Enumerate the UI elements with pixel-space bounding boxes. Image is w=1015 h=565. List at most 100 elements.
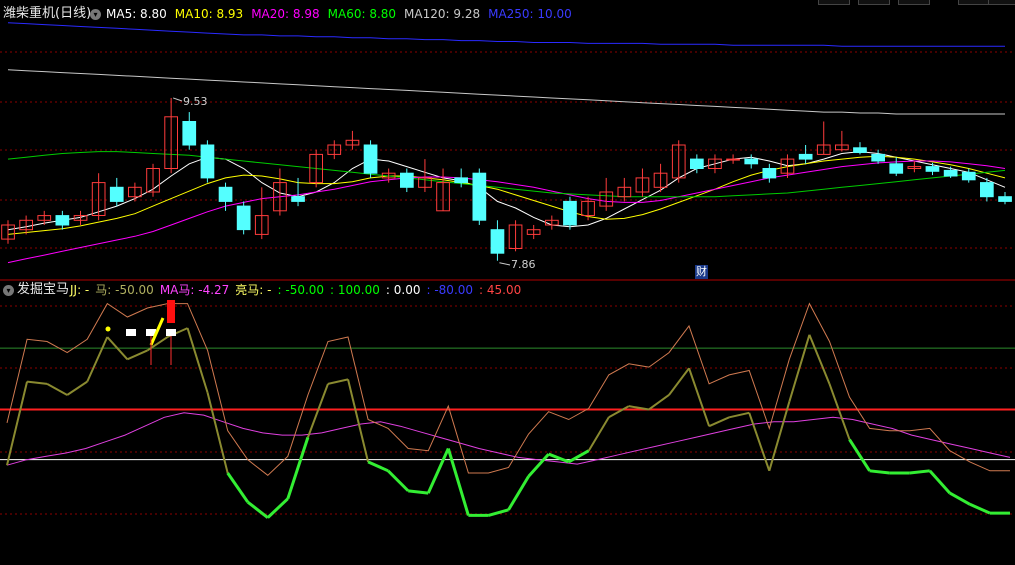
horse-line-segment [608, 405, 630, 419]
horse-line-segment [688, 367, 711, 427]
chevron-down-icon[interactable]: ▾ [3, 285, 14, 296]
candle [943, 166, 958, 178]
horse-line-segment [587, 416, 610, 452]
toolbar-button[interactable] [898, 0, 930, 5]
candle-body [744, 158, 759, 165]
horse-line-segment [527, 453, 550, 478]
indicator-panel-grid [0, 305, 1015, 515]
financial-report-marker[interactable]: 财 [695, 265, 708, 279]
candle-body [853, 147, 867, 154]
ma250-line [7, 22, 1005, 47]
ma120-line [7, 69, 1005, 115]
candle [816, 121, 831, 155]
main-legend-item: MA10: 8.93 [174, 7, 244, 21]
candle-body [925, 166, 940, 172]
main-legend: MA5: 8.80 MA10: 8.93 MA20: 8.98 MA60: 8.80 M… [106, 7, 572, 21]
horse-line-segment [46, 382, 68, 396]
chevron-down-icon[interactable]: ▾ [90, 9, 101, 20]
horse-line-segment [969, 502, 991, 515]
ma60-line [7, 151, 1006, 198]
signal-marker [126, 329, 136, 336]
main-legend-item: MA5: 8.80 [106, 7, 167, 21]
horse-line-segment [648, 394, 670, 411]
candle [635, 168, 650, 197]
candle-body [363, 144, 378, 174]
horse-line-segment [488, 508, 509, 517]
candle-body [961, 171, 976, 181]
indicator-legend-item: : 0.00 [385, 283, 421, 297]
main-legend-item: MA60: 8.80 [327, 7, 397, 21]
candle [1, 220, 15, 244]
indicator-legend-item: 亮马: - [235, 283, 272, 297]
candle [55, 210, 70, 230]
horse-line-segment [949, 491, 971, 506]
indicator-legend-item: MA马: -4.27 [159, 283, 230, 297]
horse-line-segment [808, 334, 831, 385]
horse-line-segment [668, 367, 690, 396]
candle [254, 187, 269, 240]
candle [327, 140, 342, 160]
candle-body [200, 144, 215, 179]
bright-horse-dot [105, 326, 111, 332]
indicator-legend: JJ: - 马: -50.00 MA马: -4.27 亮马: -: -50.00: 1… [70, 283, 521, 297]
horse-line-segment [848, 438, 871, 472]
horse-line-segment [426, 447, 450, 494]
horse-line-segment [548, 452, 570, 464]
horse-line-segment [66, 380, 88, 396]
candle-body [690, 158, 704, 170]
horse-line-segment [26, 380, 48, 385]
toolbar-button[interactable] [958, 0, 990, 5]
candle [273, 168, 287, 216]
horse-line-segment [126, 349, 148, 361]
horse-line-segment [226, 472, 249, 503]
candle [182, 112, 197, 150]
candle [236, 201, 251, 235]
indicator-legend-item: : 45.00 [479, 283, 522, 297]
main-legend-item: MA250: 10.00 [488, 7, 572, 21]
horse-line-segment [768, 401, 791, 472]
candle-body [871, 153, 885, 162]
candle-body [980, 182, 994, 198]
horse-line-segment [347, 379, 370, 463]
horse-line-segment [86, 336, 109, 383]
candle [418, 159, 432, 193]
candle-body [236, 205, 251, 231]
indicator-legend-item: JJ: - [70, 283, 90, 297]
horse-line-segment [408, 489, 429, 495]
candle [146, 163, 160, 197]
candle [490, 220, 505, 261]
horse-line-segment [928, 469, 951, 495]
toolbar-button[interactable] [818, 0, 850, 5]
candle [762, 163, 777, 183]
toolbar-button[interactable] [988, 0, 1015, 5]
candle-body [472, 172, 487, 221]
main-panel-title: 潍柴重机(日线) [3, 6, 92, 21]
candle [218, 182, 233, 211]
candle [617, 177, 632, 202]
candle [925, 162, 940, 176]
main-legend-item: MA120: 9.28 [404, 7, 481, 21]
horse-line-segment [327, 378, 349, 385]
signal-marker [166, 329, 176, 336]
candle-body [490, 229, 505, 254]
indicator-panel-title: 发掘宝马 [17, 282, 70, 297]
candle-body [218, 186, 233, 202]
candle-body [55, 215, 70, 226]
candle [109, 177, 124, 207]
candle-body [291, 196, 305, 202]
toolbar-button[interactable] [858, 0, 890, 5]
horse-line-segment [367, 460, 389, 473]
candle [472, 168, 487, 225]
candle [363, 140, 378, 178]
candle [998, 192, 1012, 205]
candlestick-series [1, 97, 1012, 261]
candle-body [454, 177, 468, 184]
candle [508, 220, 523, 252]
candle [907, 160, 922, 173]
high-price-label: 9.53 [183, 95, 208, 108]
red-signal-bar [167, 300, 175, 323]
candle-body [182, 121, 197, 146]
candle [835, 130, 849, 152]
horse-line-segment [387, 469, 410, 492]
horse-line-segment [828, 383, 851, 440]
